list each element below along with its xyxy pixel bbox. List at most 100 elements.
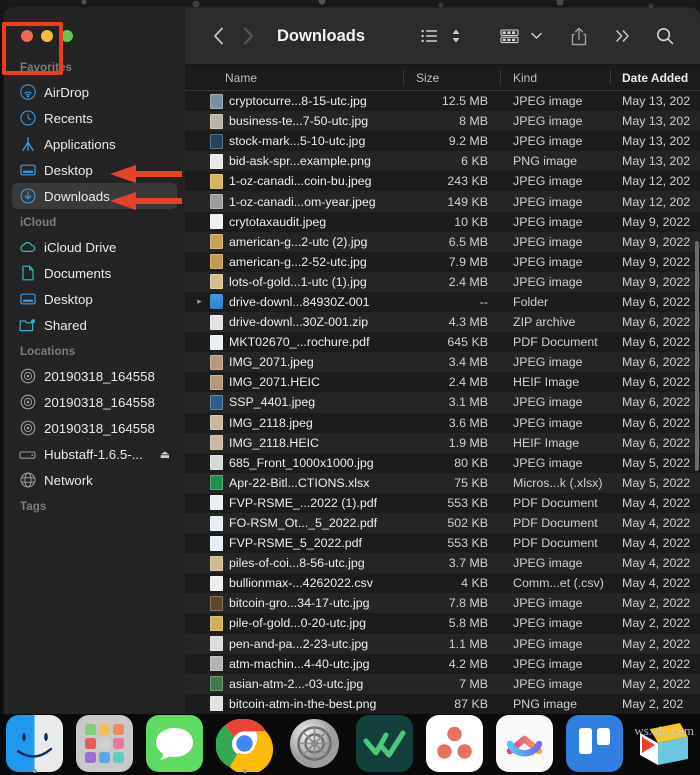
- file-name-label: 685_Front_1000x1000.jpg: [229, 455, 374, 470]
- table-row[interactable]: pile-of-gold...0-20-utc.jpg 5.8 MB JPEG im…: [185, 613, 700, 634]
- sidebar-item-20190318-164558[interactable]: 20190318_164558: [12, 415, 177, 441]
- view-as-list-icon[interactable]: [412, 22, 446, 50]
- launchpad-icon[interactable]: [76, 715, 133, 772]
- file-name-label: cryptocurre...8-15-utc.jpg: [229, 94, 367, 109]
- wrike-icon[interactable]: [356, 715, 413, 772]
- asana-icon[interactable]: [426, 715, 483, 772]
- more-chevrons-icon[interactable]: [606, 22, 640, 50]
- cell-size: 4.3 MB: [448, 315, 488, 330]
- sidebar-item-documents[interactable]: Documents: [12, 260, 177, 286]
- table-row[interactable]: Apr-22-Bitl...CTIONS.xlsx 75 KB Micros...k…: [185, 472, 700, 493]
- finder-sidebar: Favorites AirDrop Recents Applications Deskt…: [4, 8, 185, 714]
- table-row[interactable]: lots-of-gold...1-utc (1).jpg 2.4 MB JPEG i…: [185, 271, 700, 292]
- table-row[interactable]: bullionmax-...4262022.csv 4 KB Comm...et (…: [185, 573, 700, 594]
- table-row[interactable]: FVP-RSME_...2022 (1).pdf 553 KB PDF Docume…: [185, 492, 700, 513]
- table-row[interactable]: crytotaxaudit.jpeg 10 KB JPEG image May 9, …: [185, 211, 700, 232]
- column-header-size[interactable]: Size: [403, 65, 500, 90]
- table-row[interactable]: bitcoin-atm-in-the-best.png 87 KB PNG imag…: [185, 693, 700, 714]
- close-button[interactable]: [21, 30, 33, 42]
- table-row[interactable]: FO-RSM_Ot..._5_2022.pdf 502 KB PDF Documen…: [185, 512, 700, 534]
- table-row[interactable]: atm-machin...4-40-utc.jpg 4.2 MB JPEG imag…: [185, 653, 700, 674]
- sidebar-item-20190318-164558[interactable]: 20190318_164558: [12, 363, 177, 389]
- chrome-icon[interactable]: [215, 715, 274, 775]
- sidebar-item-desktop[interactable]: Desktop: [12, 157, 177, 183]
- minimize-button[interactable]: [41, 30, 53, 42]
- table-row[interactable]: 1-oz-canadi...coin-bu.jpeg 243 KB JPEG ima…: [185, 171, 700, 192]
- dock-item-google-chrome[interactable]: [215, 715, 274, 775]
- table-row[interactable]: 685_Front_1000x1000.jpg 80 KB JPEG image Ma…: [185, 452, 700, 473]
- sidebar-item-applications[interactable]: Applications: [12, 131, 177, 157]
- trello-icon[interactable]: [566, 715, 623, 772]
- eject-icon[interactable]: ⏏: [160, 448, 170, 461]
- file-name-label: bid-ask-spr...example.png: [229, 154, 371, 169]
- table-row[interactable]: 1-oz-canadi...om-year.jpeg 149 KB JPEG ima…: [185, 191, 700, 212]
- file-name-label: SSP_4401.jpeg: [229, 395, 316, 410]
- cell-kind: JPEG image: [513, 636, 583, 651]
- table-row[interactable]: IMG_2118.jpeg 3.6 MB JPEG image May 6, 2022: [185, 412, 700, 433]
- column-header-kind[interactable]: Kind: [500, 65, 610, 90]
- dock-item-system-preferences[interactable]: [286, 715, 343, 772]
- vertical-scrollbar[interactable]: [695, 241, 699, 471]
- sidebar-item-downloads[interactable]: Downloads: [12, 183, 177, 209]
- back-button[interactable]: [203, 22, 233, 50]
- finder-icon[interactable]: [6, 715, 63, 772]
- dock-item-messages[interactable]: [146, 715, 203, 772]
- table-row[interactable]: bid-ask-spr...example.png 6 KB PNG image Ma…: [185, 151, 700, 172]
- table-row[interactable]: business-te...7-50-utc.jpg 8 MB JPEG image…: [185, 111, 700, 132]
- table-row[interactable]: cryptocurre...8-15-utc.jpg 12.5 MB JPEG im…: [185, 91, 700, 112]
- dock-item-wrike[interactable]: [356, 715, 413, 772]
- file-name-label: lots-of-gold...1-utc (1).jpg: [229, 274, 367, 289]
- group-by-icon[interactable]: [492, 22, 526, 50]
- table-row[interactable]: SSP_4401.jpeg 3.1 MB JPEG image May 6, 2022: [185, 392, 700, 413]
- cell-name: piles-of-coi...8-56-utc.jpg: [185, 555, 403, 571]
- cell-size: 3.4 MB: [448, 355, 488, 370]
- table-row[interactable]: drive-downl...30Z-001.zip 4.3 MB ZIP archi…: [185, 312, 700, 333]
- dock-item-asana[interactable]: [426, 715, 483, 772]
- sidebar-item-hubstaff-1-6-5[interactable]: Hubstaff-1.6.5-... ⏏: [12, 441, 177, 467]
- search-icon[interactable]: [648, 22, 682, 50]
- dock-item-clickup[interactable]: [496, 715, 553, 772]
- zoom-button[interactable]: [61, 30, 73, 42]
- cell-size: 75 KB: [454, 475, 488, 490]
- dock-item-finder[interactable]: [6, 715, 63, 773]
- table-row[interactable]: MKT02670_...rochure.pdf 645 KB PDF Documen…: [185, 332, 700, 353]
- dock-item-trello[interactable]: [566, 715, 623, 772]
- file-name-label: pen-and-pa...2-23-utc.jpg: [229, 636, 369, 651]
- table-row[interactable]: american-g...2-52-utc.jpg 7.9 MB JPEG imag…: [185, 251, 700, 272]
- watermark: wsxdn.com: [634, 723, 694, 738]
- disclosure-triangle-icon[interactable]: ▸: [195, 296, 204, 307]
- sidebar-item-airdrop[interactable]: AirDrop: [12, 79, 177, 105]
- messages-icon[interactable]: [146, 715, 203, 772]
- sidebar-item-icloud-drive[interactable]: iCloud Drive: [12, 234, 177, 260]
- file-list[interactable]: cryptocurre...8-15-utc.jpg 12.5 MB JPEG im…: [185, 91, 700, 714]
- table-row[interactable]: stock-mark...5-10-utc.jpg 9.2 MB JPEG imag…: [185, 131, 700, 152]
- dock-item-launchpad[interactable]: [76, 715, 133, 772]
- sidebar-item-desktop[interactable]: Desktop: [12, 286, 177, 312]
- table-row[interactable]: bitcoin-gro...34-17-utc.jpg 7.8 MB JPEG im…: [185, 593, 700, 614]
- chevron-down-icon[interactable]: [526, 22, 546, 50]
- table-row[interactable]: IMG_2118.HEIC 1.9 MB HEIF Image May 6, 2022: [185, 432, 700, 453]
- table-row[interactable]: piles-of-coi...8-56-utc.jpg 3.7 MB JPEG im…: [185, 553, 700, 574]
- table-row[interactable]: FVP-RSME_5_2022.pdf 553 KB PDF Document May…: [185, 533, 700, 554]
- table-row[interactable]: ▸ drive-downl...84930Z-001 -- Folder May 6, …: [185, 291, 700, 313]
- cell-name: pen-and-pa...2-23-utc.jpg: [185, 636, 403, 652]
- sidebar-item-recents[interactable]: Recents: [12, 105, 177, 131]
- table-row[interactable]: pen-and-pa...2-23-utc.jpg 1.1 MB JPEG imag…: [185, 633, 700, 654]
- settings-gear-icon[interactable]: [286, 715, 343, 772]
- sort-updown-icon[interactable]: [446, 22, 466, 50]
- table-row[interactable]: IMG_2071.jpeg 3.4 MB JPEG image May 6, 2022: [185, 352, 700, 373]
- sidebar-item-20190318-164558[interactable]: 20190318_164558: [12, 389, 177, 415]
- clickup-icon[interactable]: [496, 715, 553, 772]
- forward-button[interactable]: [233, 22, 263, 50]
- table-row[interactable]: american-g...2-utc (2).jpg 6.5 MB JPEG ima…: [185, 231, 700, 252]
- file-thumbnail-icon: [210, 93, 223, 109]
- sidebar-item-network[interactable]: Network: [12, 467, 177, 493]
- column-header-name[interactable]: Name: [185, 65, 403, 90]
- table-row[interactable]: IMG_2071.HEIC 2.4 MB HEIF Image May 6, 2022: [185, 372, 700, 393]
- cell-kind: HEIF Image: [513, 375, 580, 390]
- table-row[interactable]: asian-atm-2...-03-utc.jpg 7 MB JPEG image M…: [185, 673, 700, 694]
- cell-kind: JPEG image: [513, 114, 583, 129]
- sidebar-item-shared[interactable]: Shared: [12, 312, 177, 338]
- column-header-date-added[interactable]: Date Added: [610, 65, 700, 90]
- share-icon[interactable]: [562, 22, 596, 50]
